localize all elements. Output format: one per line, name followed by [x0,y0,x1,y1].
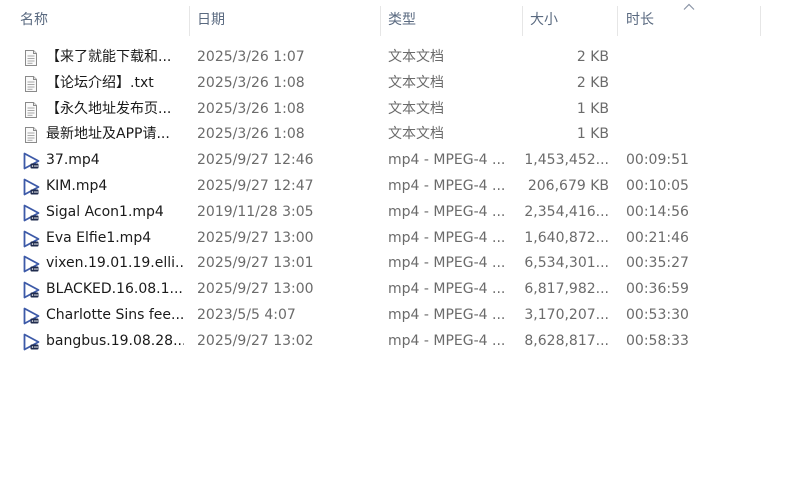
file-size: 1 KB [576,126,609,143]
file-name: Eva Elfie1.mp4 [46,229,152,246]
video-file-icon [23,204,40,222]
file-type: mp4 - MPEG-4 ... [388,255,506,272]
column-header-date[interactable]: 日期 [197,0,377,38]
file-date: 2025/3/26 1:07 [197,49,305,65]
file-name: 【论坛介绍】.txt [46,74,154,91]
file-type: mp4 - MPEG-4 ... [388,229,506,246]
text-file-icon [25,75,37,92]
text-file-icon [25,50,37,66]
file-date: 2025/9/27 12:47 [197,177,314,194]
video-file-icon [23,255,40,273]
file-row[interactable]: KIM.mp4 2025/9/27 12:47 mp4 - MPEG-4 ... 20… [0,174,800,200]
file-size: 6,817,982... [524,281,609,298]
file-name: vixen.19.01.19.elli... [46,255,184,272]
column-divider[interactable] [189,6,190,36]
file-row[interactable]: 【来了就能下载和... 2025/3/26 1:07 文本文档 2 KB [0,45,800,71]
column-header-name[interactable]: 名称 [20,0,188,38]
file-type: 文本文档 [388,100,444,117]
file-date: 2025/9/27 13:02 [197,332,314,349]
file-size: 2,354,416... [524,203,609,220]
file-duration: 00:58:33 [626,332,689,349]
file-type: 文本文档 [388,49,444,65]
file-date: 2019/11/28 3:05 [197,203,314,220]
video-file-icon [23,307,40,325]
file-type: 文本文档 [388,126,444,143]
file-row[interactable]: 【论坛介绍】.txt 2025/3/26 1:08 文本文档 2 KB [0,71,800,97]
column-divider[interactable] [380,6,381,36]
file-name: bangbus.19.08.28... [46,332,184,349]
file-row[interactable]: bangbus.19.08.28... 2025/9/27 13:02 mp4 - … [0,329,800,355]
file-row[interactable]: Sigal Acon1.mp4 2019/11/28 3:05 mp4 - MPEG… [0,200,800,226]
file-date: 2025/9/27 13:00 [197,229,314,246]
file-name: 最新地址及APP请... [46,126,170,143]
column-header-bar: 名称 日期 类型 大小 时长 [0,0,800,38]
file-type: mp4 - MPEG-4 ... [388,152,506,169]
file-size: 1,640,872... [524,229,609,246]
file-list: 【来了就能下载和... 2025/3/26 1:07 文本文档 2 KB 【论坛介绍】.… [0,45,800,355]
file-row[interactable]: BLACKED.16.08.1... 2025/9/27 13:00 mp4 - M… [0,277,800,303]
file-date: 2025/9/27 12:46 [197,152,314,169]
column-header-size[interactable]: 大小 [530,0,614,38]
file-type: mp4 - MPEG-4 ... [388,306,506,323]
video-file-icon [23,333,40,351]
text-file-icon [25,101,37,118]
file-size: 3,170,207... [524,306,609,323]
file-row[interactable]: 37.mp4 2025/9/27 12:46 mp4 - MPEG-4 ... 1,4… [0,148,800,174]
file-name: 【来了就能下载和... [46,49,172,65]
file-duration: 00:14:56 [626,203,689,220]
file-name: BLACKED.16.08.1... [46,281,183,298]
file-duration: 00:36:59 [626,281,689,298]
file-list-view: 名称 日期 类型 大小 时长 【来了就能下载和... 2025/3/26 1:07… [0,0,800,495]
file-name: Sigal Acon1.mp4 [46,203,164,220]
chevron-up-icon [683,3,695,10]
file-type: mp4 - MPEG-4 ... [388,177,506,194]
file-name: Charlotte Sins fee... [46,306,184,323]
file-date: 2025/3/26 1:08 [197,74,305,91]
file-date: 2025/9/27 13:00 [197,281,314,298]
file-type: mp4 - MPEG-4 ... [388,332,506,349]
video-file-icon [23,178,40,196]
file-type: 文本文档 [388,74,444,91]
column-divider[interactable] [522,6,523,36]
file-duration: 00:10:05 [626,177,689,194]
file-duration: 00:09:51 [626,152,689,169]
column-header-type[interactable]: 类型 [388,0,518,38]
file-row[interactable]: 最新地址及APP请... 2025/3/26 1:08 文本文档 1 KB [0,122,800,148]
file-size: 206,679 KB [527,177,609,194]
file-size: 2 KB [576,49,609,65]
file-size: 1 KB [576,100,609,117]
file-row[interactable]: vixen.19.01.19.elli... 2025/9/27 13:01 mp4… [0,251,800,277]
file-duration: 00:53:30 [626,306,689,323]
file-type: mp4 - MPEG-4 ... [388,281,506,298]
column-divider[interactable] [617,6,618,36]
file-date: 2025/3/26 1:08 [197,100,305,117]
file-date: 2025/9/27 13:01 [197,255,314,272]
file-name: 37.mp4 [46,152,100,169]
file-row[interactable]: 【永久地址发布页... 2025/3/26 1:08 文本文档 1 KB [0,97,800,123]
file-size: 2 KB [576,74,609,91]
column-divider[interactable] [760,6,761,36]
file-date: 2023/5/5 4:07 [197,306,296,323]
video-file-icon [23,281,40,299]
text-file-icon [25,127,37,144]
file-row[interactable]: Eva Elfie1.mp4 2025/9/27 13:00 mp4 - MPEG-… [0,226,800,252]
video-file-icon [23,230,40,247]
video-file-icon [23,152,40,170]
file-row[interactable]: Charlotte Sins fee... 2023/5/5 4:07 mp4 - … [0,303,800,329]
file-size: 8,628,817... [524,332,609,349]
file-duration: 00:21:46 [626,229,689,246]
file-name: 【永久地址发布页... [46,100,172,117]
file-duration: 00:35:27 [626,255,689,272]
file-date: 2025/3/26 1:08 [197,126,305,143]
file-name: KIM.mp4 [46,177,108,194]
file-size: 1,453,452... [524,152,609,169]
file-size: 6,534,301... [524,255,609,272]
file-type: mp4 - MPEG-4 ... [388,203,506,220]
